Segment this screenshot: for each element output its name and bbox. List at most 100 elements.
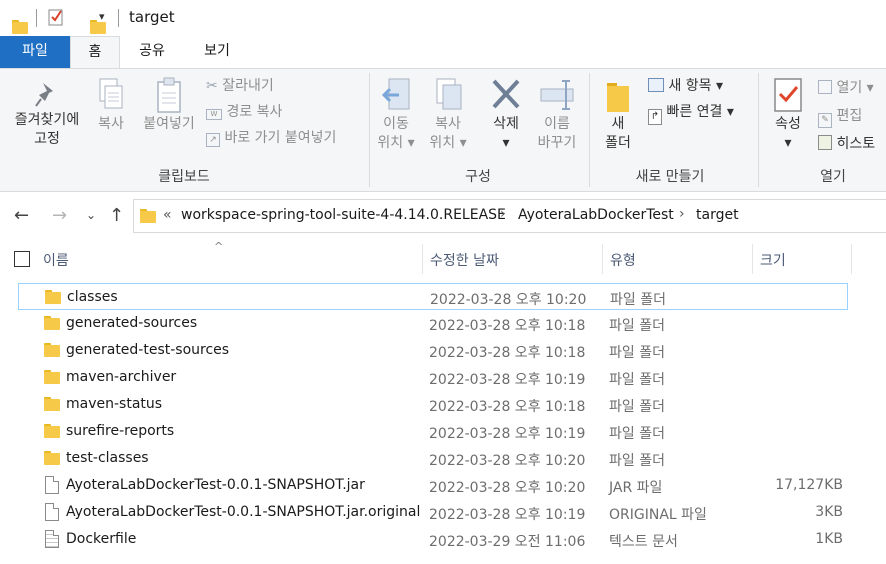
easy-access-icon: ↱ [648,109,662,125]
column-divider[interactable] [851,244,852,274]
history-icon [818,135,832,150]
copy-path-button[interactable]: W 경로 복사 [206,101,282,121]
file-size: 3KB [815,504,843,520]
column-divider[interactable] [602,244,603,274]
file-name: maven-archiver [66,369,177,385]
divider [118,9,119,27]
address-bar[interactable]: « workspace-spring-tool-suite-4-4.14.0.R… [133,199,886,233]
pin-to-quick-access-button[interactable]: 즐겨찾기에 고정 [6,79,88,149]
customize-qa-icon[interactable]: ▾ [99,10,105,23]
breadcrumb-separator-icon[interactable]: › [679,206,685,222]
column-size[interactable]: 크기 [760,250,786,270]
history-button[interactable]: 히스토 [818,133,875,153]
breadcrumb-separator-icon[interactable]: › [500,206,506,222]
copy-path-icon: W [206,109,222,120]
list-item[interactable]: Dockerfile 2022-03-29 오전 11:06 텍스트 문서 1K… [18,526,848,553]
file-type: 파일 폴더 [609,399,665,415]
recent-locations-chevron-icon[interactable]: ⌄ [86,208,96,222]
list-item[interactable]: maven-status 2022-03-28 오후 10:18 파일 폴더 [18,391,848,418]
forward-arrow-icon[interactable]: → [52,205,67,226]
new-folder-icon [607,83,629,112]
group-divider [369,73,370,187]
column-divider[interactable] [752,244,753,274]
tab-view[interactable]: 보기 [190,36,244,68]
window-title: target [129,8,175,26]
file-date: 2022-03-28 오후 10:20 [430,292,587,308]
file-date: 2022-03-28 오후 10:20 [429,480,586,496]
list-item[interactable]: AyoteraLabDockerTest-0.0.1-SNAPSHOT.jar … [18,472,848,499]
pin-label-line2: 고정 [34,131,60,147]
file-date: 2022-03-28 오후 10:18 [429,318,586,334]
properties-button[interactable]: 속성 ▾ [766,77,810,153]
open-group-label: 열기 [820,169,846,185]
back-arrow-icon[interactable]: ← [14,205,29,226]
ribbon: 즐겨찾기에 고정 복사 붙여넣기 ✂ 잘라내기 W 경로 복사 ↗ 바로 가기 … [0,68,886,192]
new-item-button[interactable]: 새 항목 ▾ [648,75,723,95]
history-label: 히스토 [836,136,876,152]
cut-button[interactable]: ✂ 잘라내기 [206,75,274,95]
file-name: Dockerfile [66,531,137,547]
new-item-icon [648,78,664,92]
breadcrumb-target[interactable]: target [696,207,739,223]
folder-icon [44,451,60,465]
list-item[interactable]: test-classes 2022-03-28 오후 10:20 파일 폴더 [18,445,848,472]
copy-path-label: 경로 복사 [226,104,283,120]
move-to-button[interactable]: 이동 위치 ▾ [376,77,416,153]
paste-button[interactable]: 붙여넣기 [137,77,201,134]
file-icon [45,476,59,494]
copy-button[interactable]: 복사 [92,77,130,134]
open-button[interactable]: 열기 ▾ [818,77,874,97]
list-item[interactable]: maven-archiver 2022-03-28 오후 10:19 파일 폴더 [18,364,848,391]
delete-dropdown-icon[interactable]: ▾ [486,134,526,153]
folder-icon [140,209,156,223]
folder-icon [44,343,60,357]
file-type: JAR 파일 [609,480,663,496]
move-to-label-line1: 이동 [383,116,409,132]
easy-access-button[interactable]: ↱ 빠른 연결 ▾ [648,101,734,125]
file-date: 2022-03-28 오후 10:18 [429,345,586,361]
folder-icon [12,20,28,34]
column-date[interactable]: 수정한 날짜 [430,250,499,270]
file-size: 1KB [815,531,843,547]
list-item[interactable]: generated-sources 2022-03-28 오후 10:18 파일… [18,310,848,337]
text-file-icon [45,530,59,548]
breadcrumb-overflow[interactable]: « [163,207,172,223]
paste-shortcut-button[interactable]: ↗ 바로 가기 붙여넣기 [206,127,336,147]
list-item[interactable]: generated-test-sources 2022-03-28 오후 10:… [18,337,848,364]
select-all-checkbox[interactable] [14,251,30,267]
file-name: test-classes [66,450,149,466]
new-folder-button[interactable]: 새 폴더 [598,77,638,153]
breadcrumb-project[interactable]: AyoteraLabDockerTest [518,207,674,223]
delete-button[interactable]: 삭제 ▾ [486,77,526,153]
properties-qa-icon[interactable] [48,8,64,30]
column-divider[interactable] [422,244,423,274]
properties-dropdown-icon[interactable]: ▾ [766,134,810,153]
file-name: surefire-reports [66,423,175,439]
sort-ascending-icon: ^ [214,240,224,253]
tab-file[interactable]: 파일 [0,36,70,68]
list-item[interactable]: AyoteraLabDockerTest-0.0.1-SNAPSHOT.jar.… [18,499,848,526]
file-icon [45,503,59,521]
list-item[interactable]: classes 2022-03-28 오후 10:20 파일 폴더 [18,283,848,310]
column-name[interactable]: 이름 [43,250,69,270]
file-name: maven-status [66,396,163,412]
ribbon-tabs: 파일 홈 공유 보기 [0,36,886,69]
list-item[interactable]: surefire-reports 2022-03-28 오후 10:19 파일 … [18,418,848,445]
rename-button[interactable]: 이름 바꾸기 [533,77,581,153]
column-type[interactable]: 유형 [610,250,636,270]
tab-home[interactable]: 홈 [70,36,120,69]
copy-to-label-line2: 위치 ▾ [429,135,467,151]
tab-share[interactable]: 공유 [126,36,178,68]
easy-access-label: 빠른 연결 [666,104,723,120]
up-arrow-icon[interactable]: ↑ [109,205,124,226]
edit-button[interactable]: ✎ 편집 [818,105,862,128]
copy-to-button[interactable]: 복사 위치 ▾ [424,77,472,153]
breadcrumb-workspace[interactable]: workspace-spring-tool-suite-4-4.14.0.REL… [181,207,506,223]
move-to-label-line2: 위치 ▾ [377,135,415,151]
file-date: 2022-03-28 오후 10:19 [429,372,586,388]
scissors-icon: ✂ [206,78,218,94]
paste-label: 붙여넣기 [143,116,195,132]
rename-label-line2: 바꾸기 [537,135,577,151]
delete-icon [492,79,520,109]
copy-to-label-line1: 복사 [435,116,461,132]
